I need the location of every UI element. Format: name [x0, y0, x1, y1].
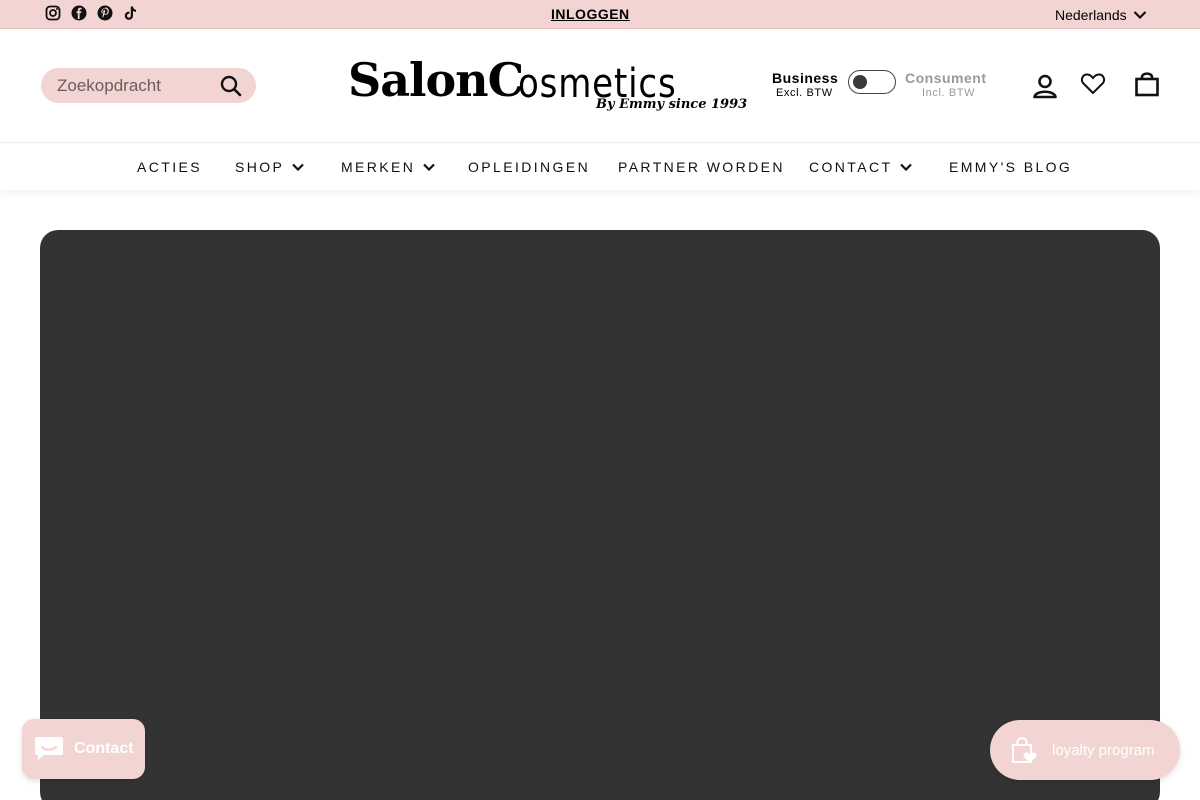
chevron-down-icon	[292, 163, 305, 171]
toggle-knob	[853, 75, 867, 89]
site-logo[interactable]: SalonC osmetics By Emmy since 1993	[348, 53, 747, 117]
loyalty-label: loyalty program	[1052, 741, 1155, 759]
language-label: Nederlands	[1055, 7, 1127, 23]
pinterest-icon[interactable]	[97, 5, 113, 21]
nav-label: OPLEIDINGEN	[468, 159, 591, 175]
nav-item-emmys-blog[interactable]: EMMY'S BLOG	[949, 159, 1072, 175]
facebook-icon[interactable]	[71, 5, 87, 21]
site-header: SalonC osmetics By Emmy since 1993 Busin…	[0, 29, 1200, 142]
nav-item-partner-worden[interactable]: PARTNER WORDEN	[618, 159, 785, 175]
login-link[interactable]: INLOGGEN	[551, 6, 630, 22]
nav-item-opleidingen[interactable]: OPLEIDINGEN	[468, 159, 590, 175]
nav-item-merken[interactable]: MERKEN	[341, 159, 436, 175]
nav-label: SHOP	[235, 159, 285, 175]
search-icon[interactable]	[220, 75, 242, 97]
nav-label: ACTIES	[137, 159, 202, 175]
price-toggle-switch[interactable]	[848, 70, 896, 94]
nav-label: EMMY'S BLOG	[949, 159, 1073, 175]
search-bar	[41, 68, 256, 103]
chat-label: Contact	[74, 740, 134, 757]
chevron-down-icon	[1133, 11, 1146, 20]
nav-item-acties[interactable]: ACTIES	[137, 159, 202, 175]
price-mode-toggle: Business Excl. BTW Consument Incl. BTW	[772, 69, 1002, 103]
chevron-down-icon	[900, 163, 913, 171]
chevron-down-icon	[423, 163, 436, 171]
loyalty-program-button[interactable]: loyalty program	[990, 720, 1180, 780]
nav-item-contact[interactable]: CONTACT	[809, 159, 913, 175]
social-links	[45, 5, 139, 21]
main-navigation: ACTIES SHOP MERKEN OPLEIDINGEN PARTNER W…	[0, 142, 1200, 190]
logo-tagline: By Emmy since 1993	[596, 97, 748, 112]
consumer-sublabel: Incl. BTW	[922, 87, 976, 99]
hero-banner[interactable]	[40, 230, 1160, 800]
announcement-bar: INLOGGEN Nederlands	[0, 0, 1200, 29]
shopping-bag-heart-icon	[1012, 737, 1037, 763]
instagram-icon[interactable]	[45, 5, 61, 21]
consumer-label: Consument	[905, 70, 987, 86]
nav-label: PARTNER WORDEN	[618, 159, 785, 175]
language-selector[interactable]: Nederlands	[1055, 7, 1147, 23]
account-icon[interactable]	[1032, 73, 1058, 99]
nav-label: CONTACT	[809, 159, 893, 175]
logo-wordmark-bold: SalonC	[348, 53, 524, 107]
contact-chat-button[interactable]: Contact	[22, 719, 145, 779]
business-label: Business	[772, 70, 839, 86]
business-sublabel: Excl. BTW	[776, 87, 833, 99]
wishlist-heart-icon[interactable]	[1080, 71, 1106, 97]
chat-bubble-icon	[35, 737, 63, 760]
nav-item-shop[interactable]: SHOP	[235, 159, 305, 175]
cart-bag-icon[interactable]	[1134, 71, 1160, 97]
tiktok-icon[interactable]	[123, 5, 139, 21]
nav-label: MERKEN	[341, 159, 416, 175]
search-input[interactable]	[57, 75, 207, 96]
